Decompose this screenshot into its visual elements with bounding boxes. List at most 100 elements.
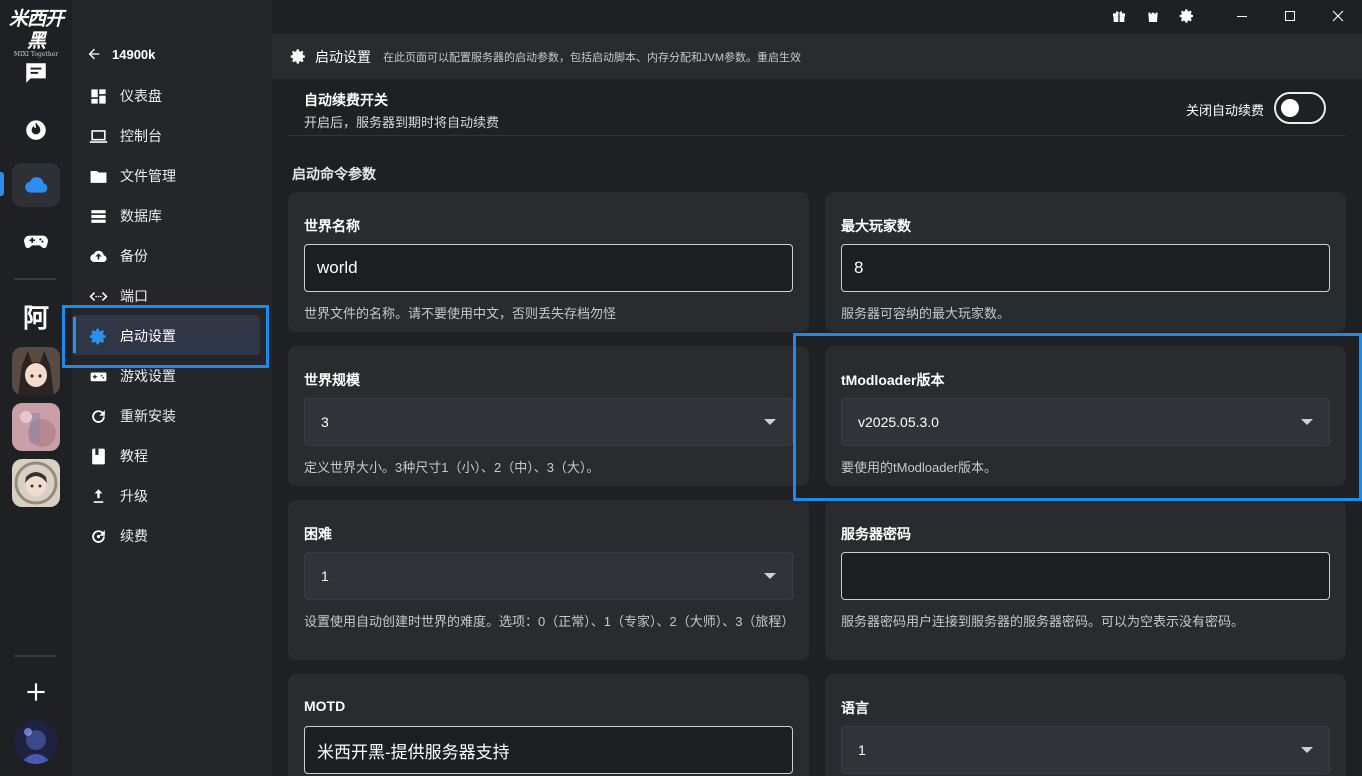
- refresh-icon: [91, 409, 105, 423]
- nav-label: 数据库: [120, 208, 162, 224]
- server-avatar-3[interactable]: [12, 459, 60, 507]
- chevron-down-icon: [764, 573, 776, 579]
- close-button[interactable]: [1314, 6, 1362, 26]
- nav-item-renew[interactable]: 续费: [88, 524, 148, 548]
- shopping-bag-icon: [1148, 9, 1158, 22]
- difficulty-select[interactable]: 1: [304, 552, 793, 600]
- motd-input[interactable]: 米西开黑-提供服务器支持: [304, 726, 793, 774]
- world-name-card: 世界名称 world 世界文件的名称。请不要使用中文，否则丢失存档勿怪: [288, 192, 809, 332]
- section-title: 启动命令参数: [292, 166, 376, 182]
- nav-label: 控制台: [120, 128, 162, 144]
- nav-label: 游戏设置: [120, 368, 176, 384]
- nav-label: 备份: [120, 248, 148, 264]
- language-label: 语言: [841, 700, 869, 716]
- rail-games-button[interactable]: [12, 219, 60, 263]
- nav-item-files[interactable]: 文件管理: [88, 164, 176, 188]
- tmod-version-card: tModloader版本 v2025.05.3.0 要使用的tModloader…: [825, 346, 1346, 486]
- shop-button[interactable]: [1136, 6, 1170, 26]
- gamepad-icon: [90, 372, 106, 381]
- nav-item-console[interactable]: 控制台: [88, 124, 162, 148]
- world-name-label: 世界名称: [304, 218, 360, 234]
- chevron-down-icon: [1301, 747, 1313, 753]
- gear-icon: [89, 328, 106, 344]
- server-password-card: 服务器密码 服务器密码用户连接到服务器的服务器密码。可以为空表示没有密码。: [825, 500, 1346, 660]
- auto-renew-description: 开启后，服务器到期时将自动续费: [304, 115, 500, 130]
- difficulty-card: 困难 1 设置使用自动创建时世界的难度。选项：0（正常）、1（专家）、2（大师）…: [288, 500, 809, 660]
- server-avatar-2[interactable]: [12, 403, 60, 451]
- dashboard-icon: [90, 88, 106, 104]
- nav-item-dashboard[interactable]: 仪表盘: [88, 84, 162, 108]
- code-arrows-icon: [88, 291, 108, 301]
- auto-renew-toggle-label: 关闭自动续费: [1185, 103, 1264, 118]
- language-value: 1: [858, 742, 866, 758]
- app-window: 米西开黑 MIXI Together 阿 14900k 仪表盘 控制台 文件管理…: [0, 0, 1362, 776]
- nav-label: 重新安装: [120, 408, 176, 424]
- nav-label: 续费: [120, 528, 148, 544]
- page-header: 启动设置 在此页面可以配置服务器的启动参数，包括启动脚本、内存分配和JVM参数。…: [272, 34, 1362, 80]
- nav-item-game-settings[interactable]: 游戏设置: [88, 364, 176, 388]
- close-icon: [1332, 10, 1344, 22]
- nav-active-indicator: [73, 317, 76, 353]
- max-players-input[interactable]: 8: [841, 244, 1330, 292]
- nav-label: 教程: [120, 448, 148, 464]
- nav-label: 文件管理: [120, 168, 176, 184]
- nav-item-startup-settings[interactable]: 启动设置: [88, 324, 176, 348]
- laptop-icon: [89, 129, 107, 143]
- nav-label: 升级: [120, 488, 148, 504]
- server-sidebar: [72, 0, 272, 776]
- tmod-version-select[interactable]: v2025.05.3.0: [841, 398, 1330, 446]
- server-avatar-text[interactable]: 阿: [12, 294, 60, 338]
- language-card: 语言 1: [825, 674, 1346, 776]
- logo-text: 米西开黑: [8, 8, 64, 52]
- rail-divider: [14, 278, 56, 280]
- world-name-input[interactable]: world: [304, 244, 793, 292]
- maximize-icon: [1285, 11, 1295, 21]
- nav-item-database[interactable]: 数据库: [88, 204, 162, 228]
- tmod-version-label: tModloader版本: [841, 372, 945, 388]
- max-players-help: 服务器可容纳的最大玩家数。: [841, 306, 1011, 321]
- language-select[interactable]: 1: [841, 726, 1330, 774]
- rail-chat-button[interactable]: [12, 51, 60, 95]
- nav-item-backup[interactable]: 备份: [88, 244, 148, 268]
- auto-renew-toggle[interactable]: [1274, 92, 1326, 124]
- nav-item-ports[interactable]: 端口: [88, 284, 148, 308]
- server-name: 14900k: [112, 46, 156, 62]
- minimize-button[interactable]: [1218, 6, 1266, 26]
- tmod-version-value: v2025.05.3.0: [858, 414, 939, 430]
- server-avatar-1[interactable]: [12, 347, 60, 395]
- nav-item-reinstall[interactable]: 重新安装: [88, 404, 176, 428]
- page-title: 启动设置: [315, 48, 371, 65]
- back-button[interactable]: 14900k: [86, 44, 155, 64]
- add-server-button[interactable]: [12, 670, 60, 714]
- user-avatar[interactable]: [14, 720, 58, 764]
- user-avatar-image: [14, 720, 58, 764]
- settings-button[interactable]: [1170, 6, 1204, 26]
- world-size-value: 3: [321, 414, 329, 430]
- rail-cloud-button[interactable]: [12, 163, 60, 207]
- nav-item-tutorial[interactable]: 教程: [88, 444, 148, 468]
- difficulty-label: 困难: [304, 526, 332, 542]
- server-password-input[interactable]: [841, 552, 1330, 600]
- auto-renew-row: 自动续费开关 开启后，服务器到期时将自动续费 关闭自动续费: [288, 80, 1346, 136]
- app-rail: 米西开黑 MIXI Together 阿: [0, 0, 72, 776]
- nav-item-upgrade[interactable]: 升级: [88, 484, 148, 508]
- rail-fire-button[interactable]: [12, 107, 60, 151]
- app-logo: 米西开黑 MIXI Together: [4, 8, 68, 58]
- anime-avatar-image: [12, 347, 60, 395]
- upgrade-icon: [93, 488, 103, 503]
- maximize-button[interactable]: [1266, 6, 1314, 26]
- nav-label: 端口: [120, 288, 148, 304]
- gamepad-icon: [24, 235, 48, 249]
- world-name-help: 世界文件的名称。请不要使用中文，否则丢失存档勿怪: [304, 306, 617, 321]
- page-description: 在此页面可以配置服务器的启动参数，包括启动脚本、内存分配和JVM参数。重启生效: [383, 51, 801, 64]
- cloud-icon: [25, 177, 48, 193]
- world-size-select[interactable]: 3: [304, 398, 793, 446]
- title-bar: [1102, 6, 1362, 26]
- rail-active-indicator: [0, 172, 4, 196]
- gift-button[interactable]: [1102, 6, 1136, 26]
- book-icon: [91, 448, 105, 464]
- toggle-knob: [1281, 99, 1299, 117]
- difficulty-value: 1: [321, 568, 329, 584]
- rail-divider-bottom: [14, 655, 56, 657]
- chat-icon: [26, 63, 46, 83]
